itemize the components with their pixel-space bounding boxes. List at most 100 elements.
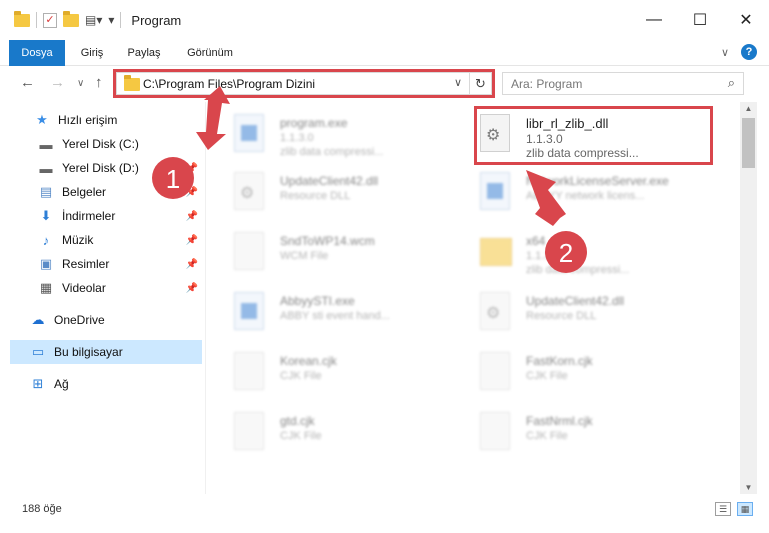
status-bar: 188 öğe ☰ ▦ xyxy=(0,494,769,524)
file-description: zlib data compressi... xyxy=(526,264,630,276)
sidebar-item-this-pc[interactable]: ▭ Bu bilgisayar xyxy=(10,340,202,364)
sidebar-item-label: İndirmeler xyxy=(62,209,116,223)
expand-ribbon-icon[interactable]: ∨ xyxy=(721,46,729,59)
file-item[interactable]: UpdateClient42.dll Resource DLL xyxy=(210,164,450,220)
sidebar-item-label: Yerel Disk (D:) xyxy=(62,161,139,175)
sidebar-item-documents[interactable]: ▤ Belgeler 📌 xyxy=(38,180,202,204)
dll-gear-icon xyxy=(234,172,264,210)
file-version: 1.1.3.0 xyxy=(280,132,314,144)
file-item[interactable]: program.exe 1.1.3.0 zlib data compressi.… xyxy=(210,106,450,162)
pin-icon[interactable]: 📌 xyxy=(186,283,198,294)
dropdown-arrow-icon[interactable]: ▾ xyxy=(108,13,114,27)
file-name: NetworkLicenseServer.exe xyxy=(526,174,669,188)
picture-icon: ▣ xyxy=(39,256,53,271)
close-button[interactable]: ✕ xyxy=(723,0,769,40)
sidebar-item-pictures[interactable]: ▣ Resimler 📌 xyxy=(38,252,202,276)
tab-gorunum[interactable]: Görünüm xyxy=(180,40,240,66)
file-name: AbbyySTI.exe xyxy=(280,294,355,308)
sidebar-item-disk-c[interactable]: ▬ Yerel Disk (C:) xyxy=(38,132,202,156)
folder-icon xyxy=(14,10,30,27)
drive-icon: ▬ xyxy=(39,136,53,152)
sidebar-item-label: OneDrive xyxy=(54,313,105,327)
sidebar-item-videos[interactable]: ▦ Videolar 📌 xyxy=(38,276,202,300)
search-input[interactable]: Ara: Program xyxy=(511,77,582,91)
maximize-button[interactable]: ☐ xyxy=(677,0,723,40)
tab-paylas[interactable]: Paylaş xyxy=(120,40,168,66)
sidebar-item-label: Bu bilgisayar xyxy=(54,345,123,359)
sidebar-item-label: Resimler xyxy=(62,257,110,271)
forward-arrow-icon[interactable]: → xyxy=(50,74,65,91)
pin-icon[interactable]: 📌 xyxy=(186,235,198,246)
sidebar-item-quick-access[interactable]: ★ Hızlı erişim xyxy=(34,108,226,132)
file-name: gtd.cjk xyxy=(280,414,315,428)
customize-toolbar-icon[interactable]: ▤▾ xyxy=(85,13,102,27)
scroll-down-icon[interactable]: ▼ xyxy=(740,483,757,492)
search-icon[interactable]: ⌕ xyxy=(728,75,735,91)
new-folder-icon[interactable] xyxy=(63,10,79,27)
file-item[interactable]: gtd.cjk CJK File xyxy=(210,404,450,460)
explorer-window: ✓ ▤▾ ▾ Program — ☐ ✕ Dosya Giriş Paylaş … xyxy=(0,0,769,533)
file-description: ABBY sti event hand... xyxy=(280,310,390,322)
film-icon: ▦ xyxy=(39,280,53,295)
sidebar-item-network[interactable]: ⊞ Ağ xyxy=(30,372,202,396)
file-item[interactable]: FastKorn.cjk CJK File xyxy=(456,344,696,400)
file-name: program.exe xyxy=(280,116,348,130)
drive-icon: ▬ xyxy=(39,160,53,176)
sidebar-item-downloads[interactable]: ⬇ İndirmeler 📌 xyxy=(38,204,202,228)
network-icon: ⊞ xyxy=(32,376,44,391)
file-item[interactable]: UpdateClient42.dll Resource DLL xyxy=(456,284,696,340)
window-title: Program xyxy=(131,12,182,28)
file-description: ABBYY network licens... xyxy=(526,190,645,202)
star-icon: ★ xyxy=(36,112,48,127)
ribbon-right: ∨ ? xyxy=(721,44,757,60)
file-item[interactable]: AbbyySTI.exe ABBY sti event hand... xyxy=(210,284,450,340)
sidebar-item-label: Ağ xyxy=(54,377,69,391)
file-name: FastNrml.cjk xyxy=(526,414,593,428)
ribbon-tabs: Dosya Giriş Paylaş Görünüm ∨ ? xyxy=(0,40,769,66)
file-name: Korean.cjk xyxy=(280,354,337,368)
scrollbar-thumb[interactable] xyxy=(742,118,755,168)
file-description: zlib data compressi... xyxy=(280,146,384,158)
pin-icon[interactable]: 📌 xyxy=(186,187,198,198)
file-version: 1.1.3.0 xyxy=(526,250,560,262)
folder-icon xyxy=(480,238,512,266)
file-description: Resource DLL xyxy=(280,190,351,202)
file-item[interactable]: x64 1.1.3.0 zlib data compressi... xyxy=(456,224,696,280)
search-box[interactable]: Ara: Program ⌕ xyxy=(502,72,744,95)
file-description: CJK File xyxy=(280,370,322,382)
item-count: 188 öğe xyxy=(22,503,62,515)
properties-check-icon[interactable]: ✓ xyxy=(43,12,57,28)
pin-icon[interactable]: 📌 xyxy=(186,211,198,222)
sidebar-item-onedrive[interactable]: ☁ OneDrive xyxy=(30,308,202,332)
up-arrow-icon[interactable]: ↑ xyxy=(95,74,103,91)
toolbar-divider xyxy=(120,12,122,28)
file-item[interactable]: FastNrml.cjk CJK File xyxy=(456,404,696,460)
scroll-up-icon[interactable]: ▲ xyxy=(740,104,757,113)
file-item[interactable]: NetworkLicenseServer.exe ABBYY network l… xyxy=(456,164,696,220)
sidebar-item-music[interactable]: ♪ Müzik 📌 xyxy=(38,228,202,252)
tab-giris[interactable]: Giriş xyxy=(72,40,112,66)
help-icon[interactable]: ? xyxy=(741,44,757,60)
file-item[interactable]: Korean.cjk CJK File xyxy=(210,344,450,400)
tiles-view-icon[interactable]: ▦ xyxy=(737,502,753,516)
details-view-icon[interactable]: ☰ xyxy=(715,502,731,516)
tab-dosya[interactable]: Dosya xyxy=(9,40,65,66)
back-arrow-icon[interactable]: ← xyxy=(20,74,35,91)
minimize-button[interactable]: — xyxy=(631,0,677,40)
music-note-icon: ♪ xyxy=(42,232,50,248)
file-highlight-box xyxy=(474,106,713,165)
sidebar-item-label: Yerel Disk (C:) xyxy=(62,137,139,151)
file-item[interactable]: SndToWP14.wcm WCM File xyxy=(210,224,450,280)
pin-icon[interactable]: 📌 xyxy=(186,259,198,270)
file-name: x64 xyxy=(526,234,546,248)
pin-icon[interactable]: 📌 xyxy=(186,163,198,174)
sidebar-item-label: Videolar xyxy=(62,281,106,295)
vertical-scrollbar[interactable]: ▲ ▼ xyxy=(740,102,757,494)
sidebar-item-disk-d[interactable]: ▬ Yerel Disk (D:) 📌 xyxy=(38,156,202,180)
blank-file-icon xyxy=(480,412,510,450)
recent-locations-icon[interactable]: ∨ xyxy=(77,78,84,89)
exe-file-icon xyxy=(480,172,510,210)
view-switcher: ☰ ▦ xyxy=(715,502,753,516)
sidebar-item-label: Müzik xyxy=(62,233,94,247)
file-name: FastKorn.cjk xyxy=(526,354,593,368)
